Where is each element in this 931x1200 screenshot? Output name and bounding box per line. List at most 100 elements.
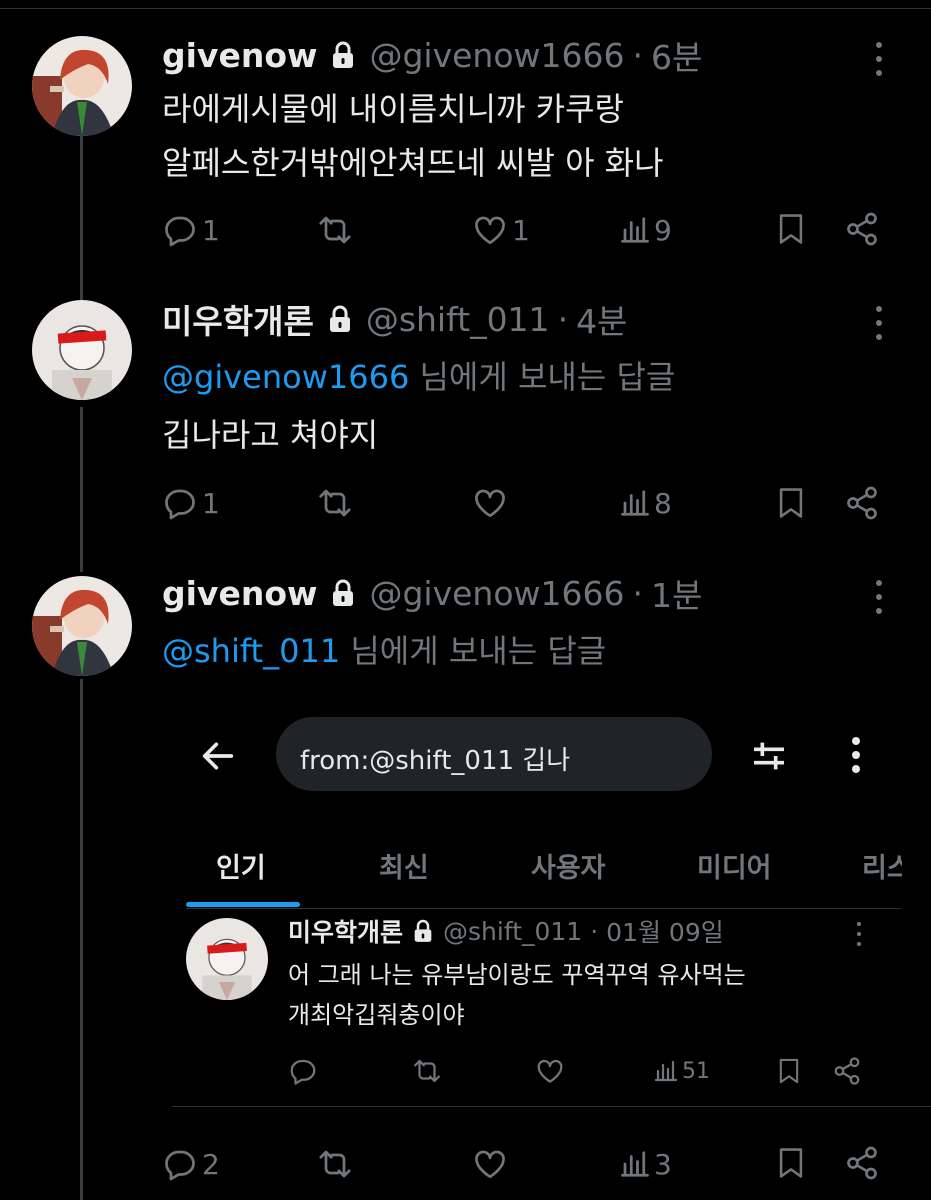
tab-popular[interactable]: 인기: [216, 846, 266, 885]
more-icon[interactable]: [874, 306, 884, 340]
embedded-bottom-divider: [172, 1106, 931, 1107]
back-arrow-icon[interactable]: [198, 736, 238, 776]
display-name[interactable]: 미우학개론: [288, 913, 403, 949]
post-header: 미우학개론 @shift_011 · 4분: [162, 296, 627, 342]
share-button[interactable]: [844, 1144, 880, 1182]
like-button[interactable]: [472, 484, 508, 522]
like-icon: [472, 485, 508, 521]
bookmark-button[interactable]: [774, 210, 808, 248]
reply-button[interactable]: 1: [162, 211, 220, 249]
retweet-button[interactable]: [316, 1145, 354, 1183]
thread-line: [80, 135, 83, 300]
post-text-line: 개최악깁줘충이야: [288, 1001, 465, 1029]
reply-button[interactable]: 1: [162, 484, 220, 522]
user-handle[interactable]: @givenow1666: [369, 574, 624, 613]
views-button[interactable]: 8: [620, 484, 672, 522]
bookmark-icon: [774, 484, 808, 522]
views-icon: [654, 1058, 678, 1084]
display-name[interactable]: givenow: [162, 574, 317, 613]
reply-context: @givenow1666 님에게 보내는 답글: [162, 350, 675, 405]
more-icon[interactable]: [855, 922, 863, 946]
reply-button[interactable]: [288, 1056, 318, 1086]
reply-context-text: 님에게 보내는 답글: [409, 358, 676, 396]
view-count: 8: [654, 486, 672, 520]
like-icon: [535, 1056, 565, 1086]
user-handle[interactable]: @shift_011: [366, 300, 550, 339]
view-count: 9: [654, 213, 672, 247]
more-icon[interactable]: [850, 737, 862, 773]
bookmark-button[interactable]: [774, 1144, 808, 1182]
bookmark-button[interactable]: [774, 484, 808, 522]
retweet-button[interactable]: [412, 1056, 442, 1086]
views-icon: [620, 1148, 650, 1180]
mention-link[interactable]: @givenow1666: [162, 358, 409, 396]
reply-icon: [162, 212, 198, 248]
share-icon: [844, 484, 880, 522]
retweet-button[interactable]: [316, 211, 354, 249]
post-time[interactable]: 01월 09일: [606, 913, 724, 949]
reply-icon: [162, 485, 198, 521]
avatar[interactable]: [32, 36, 132, 136]
tab-lists[interactable]: 리스: [862, 846, 902, 885]
share-button[interactable]: [832, 1056, 862, 1086]
tab-users[interactable]: 사용자: [531, 846, 606, 885]
share-button[interactable]: [844, 484, 880, 522]
reply-count: 1: [202, 486, 220, 520]
lock-icon: [331, 579, 355, 607]
avatar-image: [186, 918, 268, 1000]
display-name[interactable]: 미우학개론: [162, 295, 314, 343]
more-icon[interactable]: [874, 580, 884, 614]
share-button[interactable]: [844, 210, 880, 248]
post-time[interactable]: 4분: [576, 295, 627, 343]
share-icon: [832, 1056, 862, 1086]
view-count: 3: [654, 1147, 672, 1181]
tab-latest[interactable]: 최신: [379, 846, 429, 885]
filter-icon[interactable]: [748, 736, 790, 776]
separator-dot: ·: [632, 35, 644, 75]
avatar[interactable]: [32, 576, 132, 676]
bookmark-icon: [774, 210, 808, 248]
post-text-line: 어 그래 나는 유부남이랑도 꾸역꾸역 유사먹는: [288, 961, 746, 989]
bookmark-button[interactable]: [775, 1056, 803, 1086]
share-icon: [844, 210, 880, 248]
retweet-icon: [412, 1056, 442, 1086]
user-handle[interactable]: @shift_011: [443, 917, 582, 946]
avatar-image: [32, 36, 132, 136]
bookmark-icon: [775, 1056, 803, 1086]
reply-button[interactable]: 2: [162, 1145, 220, 1183]
more-icon[interactable]: [874, 42, 884, 76]
view-count: 51: [682, 1058, 710, 1084]
separator-dot: ·: [632, 573, 644, 613]
tab-media[interactable]: 미디어: [697, 846, 772, 885]
user-handle[interactable]: @givenow1666: [369, 36, 624, 75]
display-name[interactable]: givenow: [162, 36, 317, 75]
like-button[interactable]: [535, 1056, 565, 1086]
views-button[interactable]: 51: [654, 1058, 710, 1084]
views-icon: [620, 214, 650, 246]
reply-count: 2: [202, 1147, 220, 1181]
retweet-button[interactable]: [316, 484, 354, 522]
like-icon: [472, 1146, 508, 1182]
reply-context: @shift_011 님에게 보내는 답글: [162, 624, 606, 679]
avatar[interactable]: [32, 300, 132, 400]
avatar[interactable]: [186, 918, 268, 1000]
retweet-icon: [316, 1146, 354, 1182]
views-button[interactable]: 9: [620, 211, 672, 249]
retweet-icon: [316, 485, 354, 521]
views-button[interactable]: 3: [620, 1145, 672, 1183]
mention-link[interactable]: @shift_011: [162, 632, 340, 670]
post-time[interactable]: 1분: [651, 569, 702, 617]
separator-dot: ·: [590, 916, 599, 946]
post-header: givenow @givenow1666 · 1분: [162, 570, 702, 616]
post-text-line: 라에게시물에 내이름치니까 카쿠랑: [162, 90, 624, 128]
like-button[interactable]: [472, 1145, 508, 1183]
avatar-image: [32, 576, 132, 676]
like-button[interactable]: 1: [472, 211, 530, 249]
share-icon: [844, 1144, 880, 1182]
reply-icon: [162, 1146, 198, 1182]
tab-lists-clip: 리스: [862, 846, 902, 886]
tab-divider: [186, 908, 901, 909]
bookmark-icon: [774, 1144, 808, 1182]
post-time[interactable]: 6분: [651, 31, 702, 79]
post-text-line: 알페스한거밖에안쳐뜨네 씨발 아 화나: [162, 144, 664, 182]
